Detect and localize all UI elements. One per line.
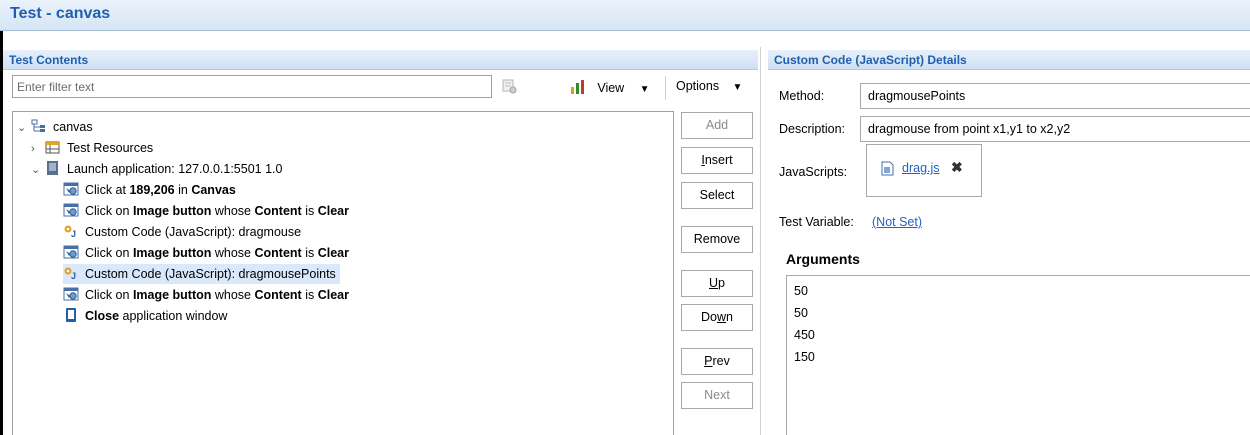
expanded-arrow-icon[interactable]: ⌄ bbox=[31, 160, 45, 180]
prev-button[interactable]: Prev bbox=[681, 348, 753, 375]
tree-node-text: Launch application: 127.0.0.1:5501 1.0 bbox=[67, 162, 283, 176]
method-field[interactable]: dragmousePoints bbox=[860, 83, 1250, 109]
tree-node-text: application window bbox=[119, 309, 228, 323]
down-button[interactable]: Down bbox=[681, 304, 753, 331]
tree-node-text: whose bbox=[211, 204, 255, 218]
panel-divider bbox=[760, 47, 761, 435]
tree-node-text: whose bbox=[211, 288, 255, 302]
up-button[interactable]: Up bbox=[681, 270, 753, 297]
insert-button[interactable]: Insert bbox=[681, 147, 753, 174]
test-contents-tree[interactable]: ⌄ canvas › Test Resources ⌄ Launch applicatio… bbox=[12, 111, 674, 435]
click-icon bbox=[63, 287, 79, 301]
resources-icon bbox=[45, 140, 61, 154]
arguments-list[interactable]: 50 50 450 150 bbox=[786, 275, 1250, 435]
add-button[interactable]: Add bbox=[681, 112, 753, 139]
javascripts-label: JavaScripts: bbox=[779, 165, 848, 179]
click-icon bbox=[63, 203, 79, 217]
tree-node-bold-text: 189,206 bbox=[129, 183, 175, 197]
remove-button[interactable]: Remove bbox=[681, 226, 753, 253]
tree-node-bold-text: Clear bbox=[317, 288, 349, 302]
options-label: Options bbox=[676, 79, 720, 93]
tree-node-bold-text: Clear bbox=[317, 204, 349, 218]
view-label: View bbox=[597, 81, 625, 95]
argument-value[interactable]: 450 bbox=[794, 324, 1250, 346]
tree-node[interactable]: Click on Image button whose Content is C… bbox=[63, 243, 349, 263]
collapsed-arrow-icon[interactable]: › bbox=[31, 139, 45, 159]
arguments-label: Arguments bbox=[786, 251, 860, 267]
application-icon bbox=[45, 161, 61, 175]
filter-options-icon[interactable] bbox=[501, 78, 517, 94]
tree-node-bold-text: Content bbox=[254, 246, 302, 260]
javascripts-box: drag.js ✖ bbox=[866, 144, 982, 197]
tree-node-text: Click on bbox=[85, 204, 133, 218]
toolbar-separator bbox=[665, 76, 666, 100]
options-menu[interactable]: Options ▼ bbox=[676, 79, 742, 97]
tree-node-bold-text: Close bbox=[85, 309, 120, 323]
argument-value[interactable]: 150 bbox=[794, 346, 1250, 368]
tree-node-bold-text: Content bbox=[254, 288, 302, 302]
tree-node[interactable]: ⌄ canvas bbox=[17, 117, 93, 137]
editor-title-bar: Test - canvas bbox=[0, 0, 1250, 31]
tree-node[interactable]: Click on Image button whose Content is C… bbox=[63, 285, 349, 305]
tree-node-bold-text: Content bbox=[254, 204, 302, 218]
svg-text:J: J bbox=[71, 229, 76, 238]
tree-node-text: is bbox=[301, 246, 318, 260]
tree-node[interactable]: Close application window bbox=[63, 306, 227, 326]
method-label: Method: bbox=[779, 89, 825, 103]
view-menu[interactable]: View ▼ bbox=[570, 79, 649, 97]
description-field[interactable]: dragmouse from point x1,y1 to x2,y2 bbox=[860, 116, 1250, 142]
tree-node-text: Click on bbox=[85, 246, 133, 260]
description-label: Description: bbox=[779, 122, 845, 136]
view-icon bbox=[570, 79, 586, 98]
click-icon bbox=[63, 245, 79, 259]
custom-code-icon: J bbox=[63, 266, 79, 281]
root-icon bbox=[31, 119, 47, 133]
editor-title: Test - canvas bbox=[10, 5, 111, 22]
tree-node-text: Test Resources bbox=[67, 141, 154, 155]
tree-node[interactable]: J Custom Code (JavaScript): dragmousePoin… bbox=[63, 264, 340, 284]
filter-input[interactable] bbox=[12, 75, 492, 98]
close-window-icon bbox=[63, 308, 79, 322]
tree-node-text: is bbox=[301, 288, 318, 302]
tree-node-text: whose bbox=[211, 246, 255, 260]
tree-node-bold-text: Canvas bbox=[191, 183, 236, 197]
tree-node-text: Click on bbox=[85, 288, 133, 302]
click-icon bbox=[63, 182, 79, 196]
test-variable-label: Test Variable: bbox=[779, 215, 854, 229]
expanded-arrow-icon[interactable]: ⌄ bbox=[17, 118, 31, 138]
tree-node[interactable]: Click on Image button whose Content is C… bbox=[63, 201, 349, 221]
tree-node-text: is bbox=[301, 204, 318, 218]
tree-node-bold-text: Clear bbox=[317, 246, 349, 260]
tree-node[interactable]: J Custom Code (JavaScript): dragmouse bbox=[63, 222, 301, 242]
tree-node-text: canvas bbox=[53, 120, 93, 134]
test-contents-header: Test Contents bbox=[3, 50, 758, 70]
tree-node-text: in bbox=[174, 183, 192, 197]
tree-node-bold-text: Image button bbox=[132, 246, 212, 260]
tree-node-bold-text: Image button bbox=[132, 288, 212, 302]
tree-node-text: Custom Code (JavaScript): dragmousePoint… bbox=[85, 267, 336, 281]
remove-javascript-icon[interactable]: ✖ bbox=[951, 159, 963, 176]
svg-text:J: J bbox=[71, 271, 76, 280]
options-dropdown-icon: ▼ bbox=[732, 82, 743, 93]
select-button[interactable]: Select bbox=[681, 182, 753, 209]
tree-node[interactable]: Click at 189,206 in Canvas bbox=[63, 180, 236, 200]
tree-node-bold-text: Image button bbox=[132, 204, 212, 218]
javascript-file-icon bbox=[881, 161, 894, 179]
view-dropdown-icon: ▼ bbox=[639, 84, 650, 95]
next-button[interactable]: Next bbox=[681, 382, 753, 409]
javascript-file-link[interactable]: drag.js bbox=[902, 161, 940, 175]
tree-node[interactable]: › Test Resources bbox=[31, 138, 153, 158]
custom-code-details-header: Custom Code (JavaScript) Details bbox=[768, 50, 1250, 70]
argument-value[interactable]: 50 bbox=[794, 302, 1250, 324]
test-variable-link[interactable]: (Not Set) bbox=[872, 215, 922, 229]
tree-node-text: Click at bbox=[85, 183, 130, 197]
argument-value[interactable]: 50 bbox=[794, 280, 1250, 302]
tree-node-text: Custom Code (JavaScript): dragmouse bbox=[85, 225, 302, 239]
tree-node[interactable]: ⌄ Launch application: 127.0.0.1:5501 1.0 bbox=[31, 159, 282, 179]
custom-code-icon: J bbox=[63, 224, 79, 239]
